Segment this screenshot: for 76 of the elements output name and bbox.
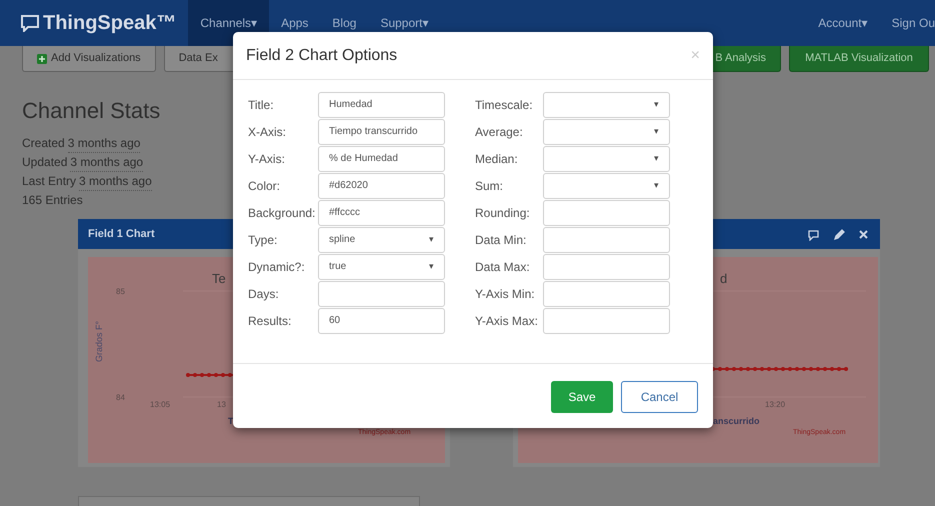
field-label: X-Axis: [248,124,288,140]
field-label: Data Max: [475,258,531,276]
input-field[interactable]: Tiempo transcurrido [318,118,445,144]
axis-title: T [228,416,234,426]
pencil-icon[interactable] [832,228,845,241]
stat-value: 3 months ago [68,134,140,154]
cancel-button[interactable]: Cancel [621,381,698,413]
chart-title: Te [212,271,226,286]
input-field[interactable]: #ffcccc [318,200,445,226]
field-label: Timescale: [475,96,534,114]
input-field[interactable]: 60 [318,308,445,334]
nav-link[interactable]: Account▾ [806,0,880,46]
nav-link[interactable]: Sign Ou [880,0,935,46]
entries-count: 165 Entries [22,192,84,210]
axis-tick-label: 84 [116,393,125,402]
input-field[interactable]: #d62020 [318,172,445,198]
field-label: Color: [248,178,282,194]
close-icon[interactable] [857,228,870,241]
input-field[interactable] [543,200,670,226]
select-field[interactable]: ▾ [543,146,670,172]
chart-title: d [720,271,728,286]
caret-icon: ▾ [654,178,659,192]
stat-label: Last Entry [22,173,76,190]
toolbar-button[interactable]: MATLAB Visualization [789,46,929,72]
stat-label: Created [22,135,65,152]
stat-value: 3 months ago [70,153,144,172]
toolbar-button[interactable]: Add Visualizations [22,46,156,72]
field-label: Background: [248,204,316,222]
input-field[interactable]: Humedad [318,92,445,118]
select-field[interactable]: ▾ [543,92,670,118]
field-label: Sum: [475,178,504,194]
plus-icon [37,54,47,64]
input-field[interactable]: % de Humedad [318,146,445,172]
field-label: Dynamic?: [248,258,306,276]
field-label: Y-Axis Max: [475,312,539,330]
select-field[interactable]: ▾ [543,118,670,144]
input-field[interactable] [543,226,670,252]
axis-tick-label: 13 [217,400,226,410]
field-label: Title: [248,96,275,114]
input-field[interactable] [543,280,670,306]
input-field[interactable] [318,280,445,306]
caret-icon: ▾ [429,260,434,274]
axis-title: Grados F° [94,321,104,362]
section-title: Channel Stats [22,98,160,124]
stat-label: Updated [22,154,68,172]
field-label: Y-Axis: [248,150,286,168]
chat-icon [20,14,40,32]
caret-icon: ▾ [251,14,258,32]
field-label: Data Min: [475,232,528,248]
select-field[interactable]: true ▾ [318,254,445,280]
brand-logo[interactable]: ThingSpeak™ [43,8,176,38]
field-label: Type: [248,232,278,248]
dialog-title: Field 2 Chart Options [246,46,398,66]
axis-tick-label: 13:05 [150,400,170,410]
axis-title: anscurrido [713,416,760,426]
field-label: Rounding: [475,204,531,222]
axis-tick-label: 85 [116,287,125,296]
caret-icon: ▾ [654,152,659,166]
comment-icon[interactable] [807,228,820,241]
stat-value: 3 months ago [79,172,152,192]
field-label: Y-Axis Min: [475,286,536,302]
field-label: Median: [475,150,519,168]
axis-tick-label: 13:20 [765,400,786,410]
input-field[interactable] [543,308,670,334]
caret-icon: ▾ [862,14,868,32]
input-field[interactable] [543,254,670,280]
caret-icon: ▾ [654,124,659,138]
field-label: Average: [475,124,524,140]
caret-icon: ▾ [654,98,659,112]
caret-icon: ▾ [422,14,428,32]
field-label: Days: [248,286,280,302]
caret-icon: ▾ [429,232,434,246]
field-label: Results: [248,312,292,330]
select-field[interactable]: spline ▾ [318,226,445,252]
select-field[interactable]: ▾ [543,172,670,198]
card-title: Field 1 Chart [88,227,155,242]
